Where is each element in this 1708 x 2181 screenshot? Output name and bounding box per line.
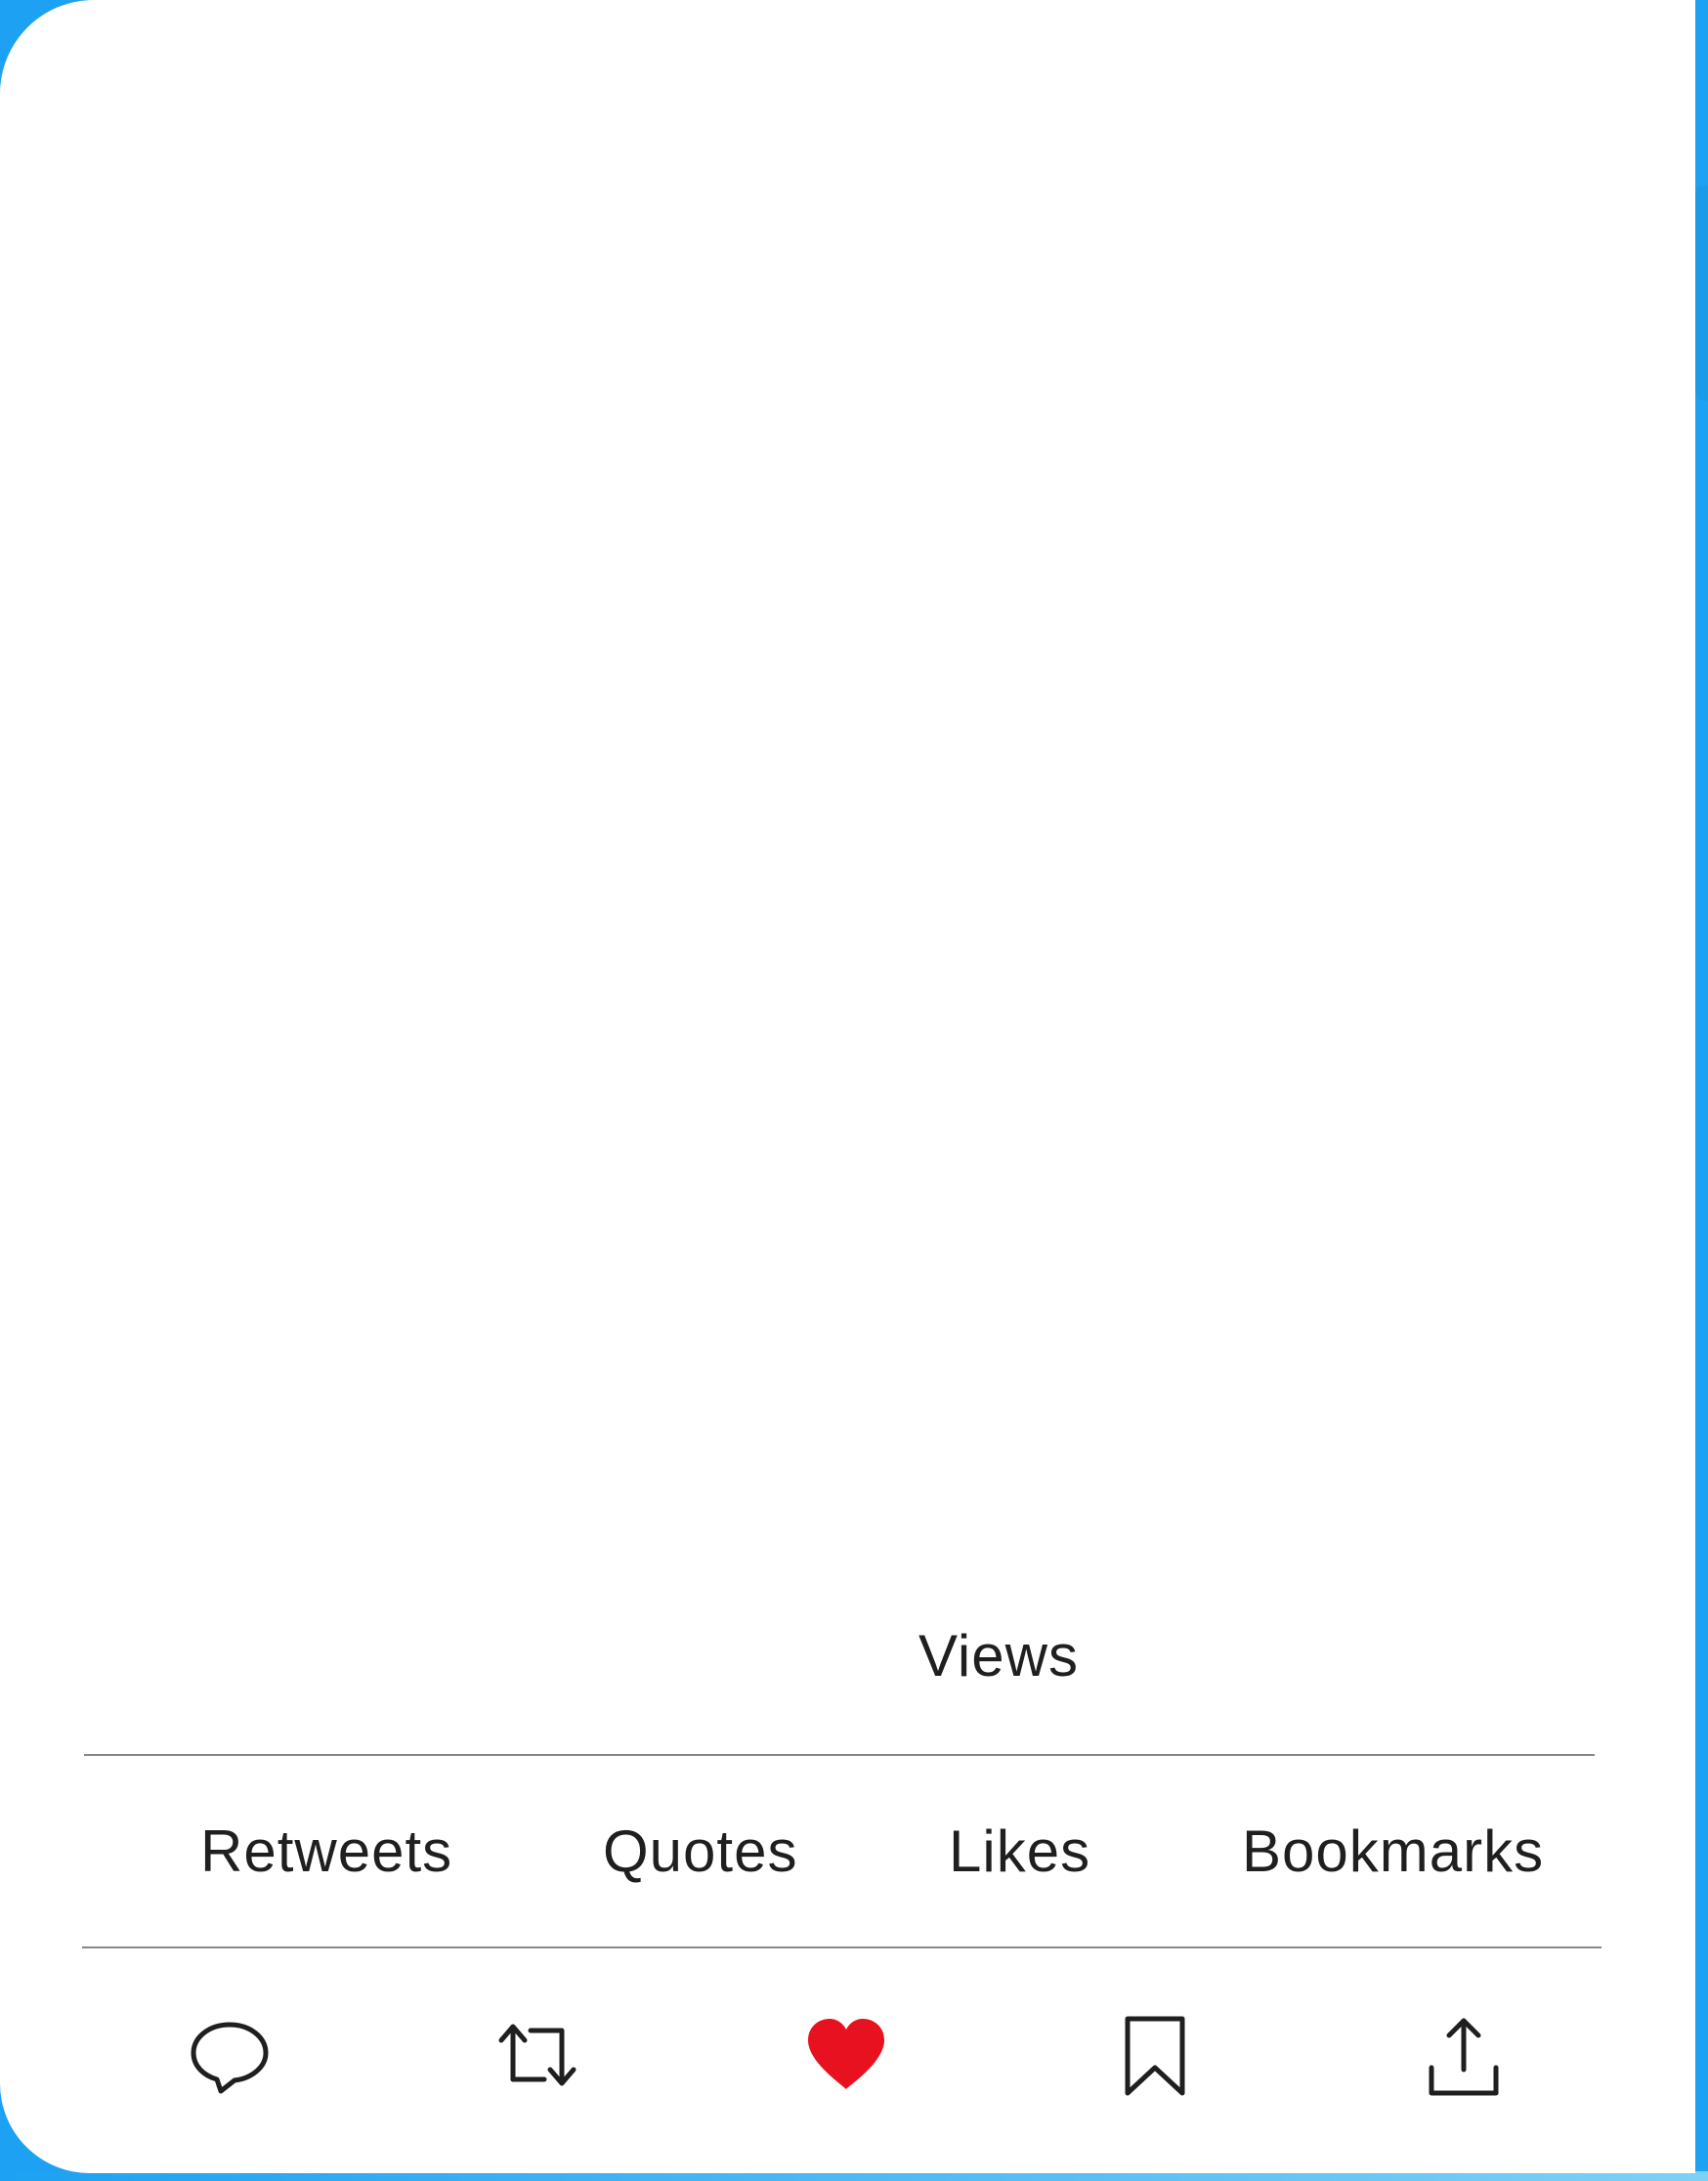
- retweet-button[interactable]: [491, 2008, 584, 2102]
- bookmarks-stat[interactable]: Bookmarks: [1242, 1818, 1544, 1885]
- reply-button[interactable]: [183, 2008, 277, 2102]
- heart-icon: [808, 2019, 884, 2089]
- divider-top: [84, 1754, 1595, 1756]
- share-upload-icon: [1429, 2018, 1499, 2096]
- bookmark-icon: [1125, 2016, 1185, 2096]
- background-accent-right: [1695, 186, 1708, 401]
- bookmark-button[interactable]: [1108, 2008, 1202, 2102]
- tweet-card: Views Retweets Quotes Likes Bookmarks: [0, 0, 1695, 2173]
- divider-bottom: [82, 1946, 1601, 1948]
- views-label: Views: [918, 1623, 1079, 1689]
- retweet-arrows-icon: [498, 2024, 576, 2086]
- speech-bubble-icon: [191, 2022, 269, 2094]
- quotes-stat[interactable]: Quotes: [603, 1818, 797, 1885]
- likes-stat[interactable]: Likes: [949, 1818, 1090, 1885]
- share-button[interactable]: [1417, 2008, 1511, 2102]
- like-button[interactable]: [799, 2008, 893, 2102]
- retweets-stat[interactable]: Retweets: [200, 1818, 452, 1885]
